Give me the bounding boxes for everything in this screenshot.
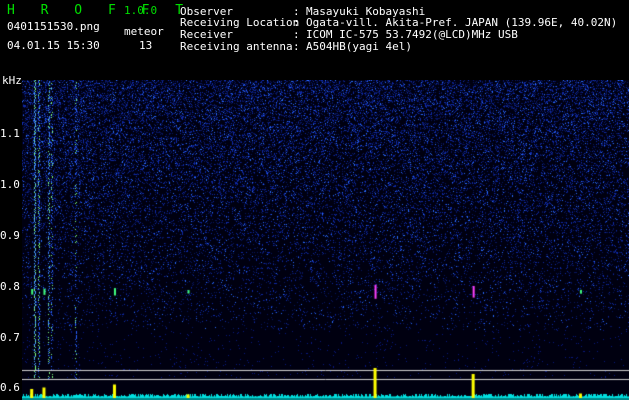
y-tick-label: 0.8 — [0, 279, 20, 293]
info-label: Receiving antenna — [180, 40, 293, 53]
info-sep: : — [293, 40, 300, 53]
meteor-count: 13 — [139, 39, 153, 52]
y-tick-label: 1.1 — [0, 127, 20, 141]
spectrogram-plot — [22, 80, 629, 400]
info-value: A504HB(yagi 4el) — [306, 40, 412, 53]
timestamp: 04.01.15 15:30 — [7, 39, 100, 52]
app-brand: H R O F F T — [7, 3, 193, 18]
meteor-label: meteor — [124, 25, 164, 38]
header-panel: H R O F F T 1.0.0 0401151530.png meteor … — [0, 0, 629, 76]
app-version: 1.0.0 — [124, 4, 158, 17]
y-tick-label: 1.0 — [0, 178, 20, 192]
y-axis-unit: kHz — [2, 74, 22, 87]
y-tick-label: 0.7 — [0, 330, 20, 344]
file-name: 0401151530.png — [7, 20, 100, 33]
y-tick-label: 0.6 — [0, 381, 20, 395]
y-tick-label: 0.9 — [0, 228, 20, 242]
